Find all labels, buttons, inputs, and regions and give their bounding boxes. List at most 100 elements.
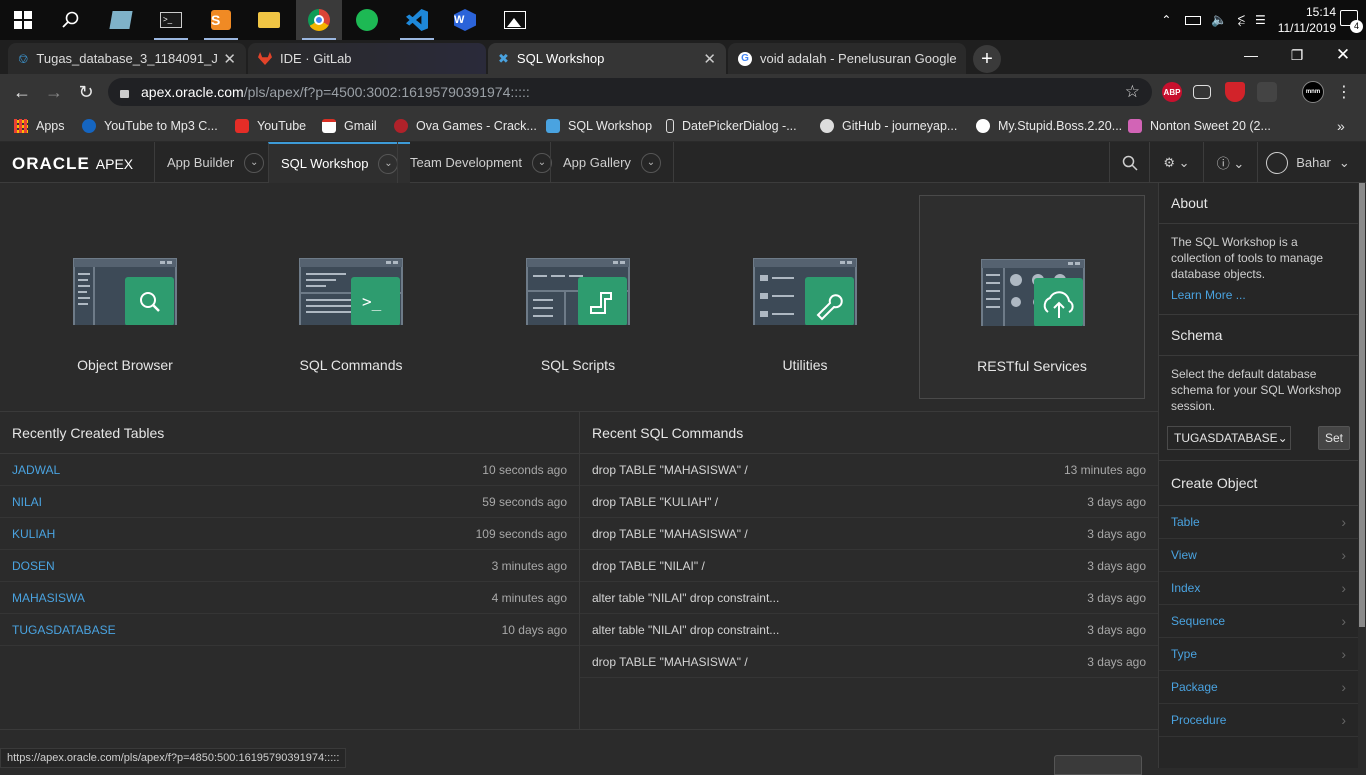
create-object-item[interactable]: Sequence › xyxy=(1159,605,1358,638)
tile-sql-scripts[interactable]: SQL Scripts xyxy=(465,195,691,399)
sql-command-row[interactable]: drop TABLE "NILAI" / 3 days ago xyxy=(580,550,1158,582)
star-icon[interactable]: ☆ xyxy=(1125,82,1140,102)
notepad-app-icon[interactable] xyxy=(98,0,144,40)
file-explorer-icon[interactable] xyxy=(246,0,292,40)
search-icon[interactable] xyxy=(1109,142,1149,183)
table-name-link[interactable]: KULIAH xyxy=(12,527,55,541)
bookmark-item[interactable]: Nonton Sweet 20 (2... xyxy=(1128,116,1271,136)
create-object-item[interactable]: Table › xyxy=(1159,506,1358,539)
tile-object-browser[interactable]: Object Browser xyxy=(12,195,238,399)
address-bar[interactable]: apex.oracle.com/pls/apex/f?p=4500:3002:1… xyxy=(108,78,1152,106)
wifi-icon[interactable]: ⥶ xyxy=(1238,12,1245,28)
sql-command-text[interactable]: alter table "NILAI" drop constraint... xyxy=(592,591,779,605)
tab-team-development[interactable]: Team Development ⌄ xyxy=(397,142,564,183)
bookmark-item[interactable]: SQL Workshop xyxy=(546,116,652,136)
tray-chevron-icon[interactable]: ⌃ xyxy=(1161,13,1171,27)
sql-command-text[interactable]: drop TABLE "MAHASISWA" / xyxy=(592,655,748,669)
profile-avatar[interactable]: mnm xyxy=(1302,81,1324,103)
cube-extension-icon[interactable] xyxy=(1257,82,1277,102)
photos-app-icon[interactable] xyxy=(492,0,538,40)
sql-command-row[interactable]: drop TABLE "MAHASISWA" / 3 days ago xyxy=(580,646,1158,678)
vscode-app-icon[interactable] xyxy=(394,0,440,40)
create-object-item[interactable]: Procedure › xyxy=(1159,704,1358,737)
sql-command-text[interactable]: drop TABLE "MAHASISWA" / xyxy=(592,463,748,477)
sublime-app-icon[interactable]: S xyxy=(198,0,244,40)
page-scrollbar[interactable] xyxy=(1358,183,1366,768)
schema-select[interactable]: TUGASDATABASE ⌄ xyxy=(1167,426,1291,450)
learn-more-link[interactable]: Learn More ... xyxy=(1159,282,1358,314)
sql-command-row[interactable]: alter table "NILAI" drop constraint... 3 … xyxy=(580,614,1158,646)
table-name-link[interactable]: DOSEN xyxy=(12,559,55,573)
tile-utilities[interactable]: Utilities xyxy=(692,195,918,399)
bookmark-apps[interactable]: Apps xyxy=(14,116,65,136)
terminal-app-icon[interactable]: >_ xyxy=(148,0,194,40)
browser-tab-active[interactable]: ✖ SQL Workshop ✕ xyxy=(488,43,726,74)
scrollbar-thumb[interactable] xyxy=(1359,183,1365,627)
adblock-icon[interactable]: ABP xyxy=(1162,82,1182,102)
bookmark-item[interactable]: My.Stupid.Boss.2.20... xyxy=(976,116,1122,136)
bookmark-item[interactable]: Gmail xyxy=(322,116,377,136)
minimize-button[interactable]: — xyxy=(1228,40,1274,70)
extension-icon[interactable] xyxy=(1193,85,1211,99)
oracle-apex-logo[interactable]: ORACLE APEX xyxy=(12,154,133,174)
bookmark-item[interactable]: DatePickerDialog -... xyxy=(666,116,797,136)
sql-command-text[interactable]: drop TABLE "NILAI" / xyxy=(592,559,705,573)
browser-tab[interactable]: IDE · GitLab xyxy=(248,43,486,74)
admin-menu-icon[interactable]: ⚙ ⌄ xyxy=(1149,142,1203,183)
create-object-item[interactable]: View › xyxy=(1159,539,1358,572)
table-name-link[interactable]: NILAI xyxy=(12,495,42,509)
tab-app-gallery[interactable]: App Gallery ⌄ xyxy=(550,142,674,183)
chevron-down-icon[interactable]: ⌄ xyxy=(244,152,265,173)
set-schema-button[interactable]: Set xyxy=(1318,426,1350,450)
bookmark-item[interactable]: YouTube to Mp3 C... xyxy=(82,116,218,136)
shield-extension-icon[interactable] xyxy=(1225,82,1245,102)
menu-dots-icon[interactable]: ⋮ xyxy=(1328,74,1360,110)
bookmark-item[interactable]: Ova Games - Crack... xyxy=(394,116,537,136)
volume-icon[interactable]: 🔈 xyxy=(1211,12,1227,28)
restore-button[interactable]: ❐ xyxy=(1274,40,1320,70)
create-object-item[interactable]: Index › xyxy=(1159,572,1358,605)
forward-arrow-icon[interactable]: → xyxy=(38,74,70,110)
browser-tab[interactable]: G void adalah - Penelusuran Google xyxy=(728,43,966,74)
tab-app-builder[interactable]: App Builder ⌄ xyxy=(154,142,276,183)
sql-command-text[interactable]: drop TABLE "MAHASISWA" / xyxy=(592,527,748,541)
sql-command-row[interactable]: alter table "NILAI" drop constraint... 3 … xyxy=(580,582,1158,614)
table-name-link[interactable]: TUGASDATABASE xyxy=(12,623,116,637)
user-menu[interactable]: Bahar ⌄ xyxy=(1257,142,1358,183)
language-icon[interactable]: ☰ xyxy=(1255,13,1266,27)
chevron-down-icon[interactable]: ⌄ xyxy=(532,152,552,173)
reload-icon[interactable]: ↻ xyxy=(70,74,102,110)
windows-start-icon[interactable] xyxy=(0,0,46,40)
close-icon[interactable]: ✕ xyxy=(703,50,716,68)
search-icon[interactable] xyxy=(48,0,94,40)
notification-center-icon[interactable]: 4 xyxy=(1340,10,1363,33)
sql-command-row[interactable]: drop TABLE "KULIAH" / 3 days ago xyxy=(580,486,1158,518)
more-bookmarks-icon[interactable]: » xyxy=(1337,116,1345,136)
chevron-down-icon[interactable]: ⌄ xyxy=(640,152,661,173)
sql-command-row[interactable]: drop TABLE "MAHASISWA" / 3 days ago xyxy=(580,518,1158,550)
battery-icon[interactable] xyxy=(1185,15,1202,25)
system-clock[interactable]: 15:14 11/11/2019 xyxy=(1278,4,1336,36)
close-icon[interactable]: ✕ xyxy=(223,50,236,68)
bookmark-item[interactable]: GitHub - journeyap... xyxy=(820,116,957,136)
window-close-button[interactable]: ✕ xyxy=(1320,40,1366,70)
tab-sql-workshop[interactable]: SQL Workshop ⌄ xyxy=(268,142,411,183)
new-tab-button[interactable]: + xyxy=(973,45,1001,73)
chevron-down-icon[interactable]: ⌄ xyxy=(378,153,399,174)
table-name-link[interactable]: JADWAL xyxy=(12,463,60,477)
spotify-app-icon[interactable] xyxy=(344,0,390,40)
table-name-link[interactable]: MAHASISWA xyxy=(12,591,85,605)
create-object-item[interactable]: Type › xyxy=(1159,638,1358,671)
browser-tab[interactable]: ⎊ Tugas_database_3_1184091_Josu ✕ xyxy=(8,43,246,74)
back-arrow-icon[interactable]: ← xyxy=(6,74,38,110)
sql-command-text[interactable]: drop TABLE "KULIAH" / xyxy=(592,495,718,509)
tile-restful-services[interactable]: RESTful Services xyxy=(919,195,1145,399)
sql-command-row[interactable]: drop TABLE "MAHASISWA" / 13 minutes ago xyxy=(580,454,1158,486)
create-object-item[interactable]: Package › xyxy=(1159,671,1358,704)
wps-app-icon[interactable]: W xyxy=(442,0,488,40)
tile-sql-commands[interactable]: >_ SQL Commands xyxy=(238,195,464,399)
chrome-app-icon[interactable] xyxy=(296,0,342,40)
footer-button[interactable] xyxy=(1054,755,1142,775)
sql-command-text[interactable]: alter table "NILAI" drop constraint... xyxy=(592,623,779,637)
bookmark-item[interactable]: YouTube xyxy=(235,116,306,136)
